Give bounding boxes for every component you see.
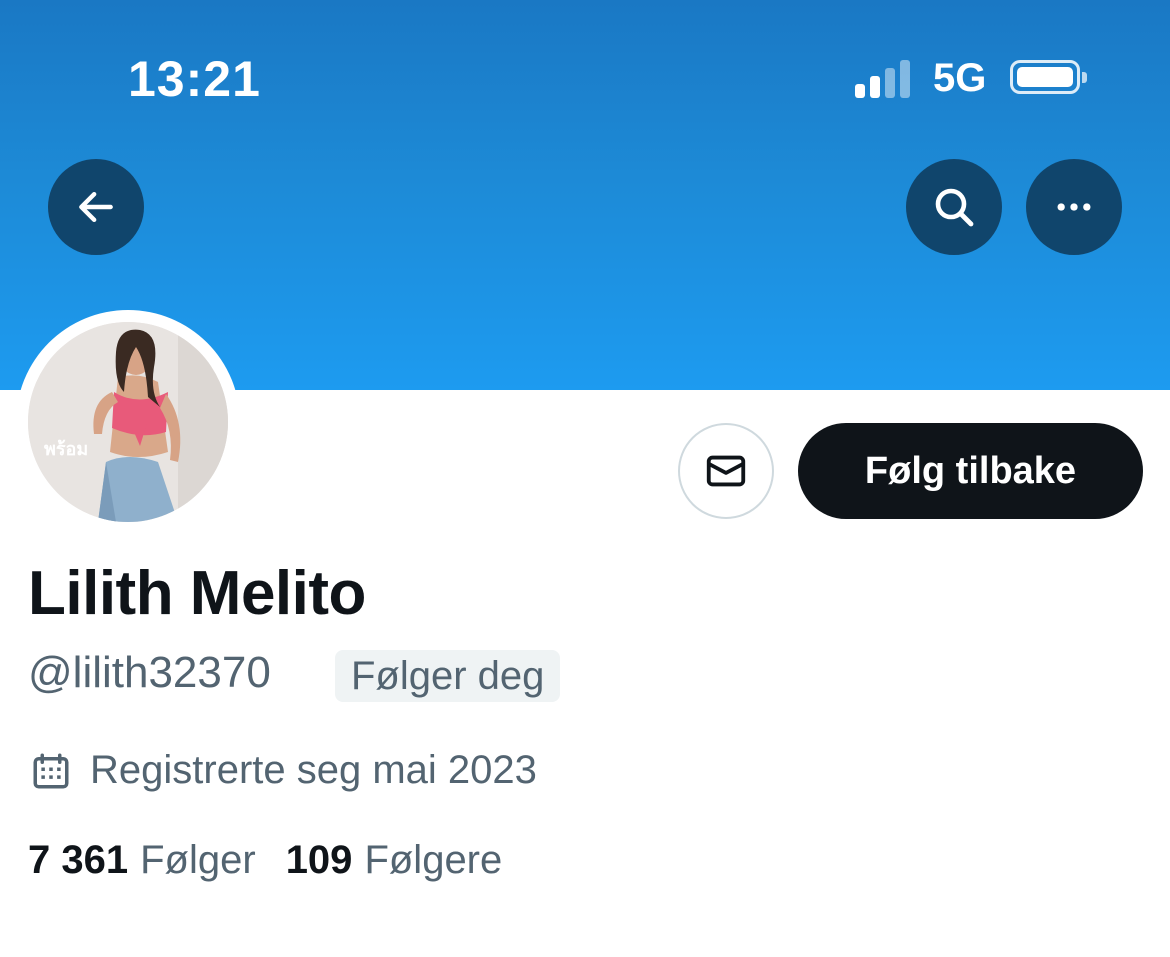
network-type: 5G xyxy=(933,56,987,100)
signal-icon xyxy=(855,58,915,98)
follow-stats: 7 361 Følger 109 Følgere xyxy=(28,838,502,883)
followers-count: 109 xyxy=(285,838,353,882)
following-count: 7 361 xyxy=(28,838,129,882)
avatar-photo: พร้อม xyxy=(28,322,228,522)
more-button[interactable] xyxy=(1026,159,1122,255)
display-name: Lilith Melito xyxy=(28,559,366,628)
joined-date-row: Registrerte seg mai 2023 xyxy=(30,748,537,793)
following-label: Følger xyxy=(140,838,256,882)
more-horizontal-icon xyxy=(1057,203,1091,211)
search-icon xyxy=(935,188,974,227)
joined-date-text: Registrerte seg mai 2023 xyxy=(90,748,537,792)
followers-label: Følgere xyxy=(364,838,503,882)
back-button[interactable] xyxy=(48,159,144,255)
following-link[interactable]: 7 361 Følger xyxy=(28,838,256,883)
arrow-left-icon xyxy=(79,191,113,223)
follow-back-button[interactable]: Følg tilbake xyxy=(798,423,1143,519)
calendar-icon xyxy=(33,753,69,788)
followers-link[interactable]: 109 Følgere xyxy=(286,838,503,883)
avatar[interactable]: พร้อม xyxy=(16,310,240,534)
mail-icon xyxy=(706,455,746,487)
battery-icon xyxy=(1010,60,1087,94)
status-time: 13:21 xyxy=(128,51,261,107)
avatar-overlay-text: พร้อม xyxy=(44,439,89,460)
search-button[interactable] xyxy=(906,159,1002,255)
user-handle: @lilith32370 xyxy=(28,648,271,697)
message-button[interactable] xyxy=(678,423,774,519)
follows-you-badge: Følger deg xyxy=(335,650,561,702)
